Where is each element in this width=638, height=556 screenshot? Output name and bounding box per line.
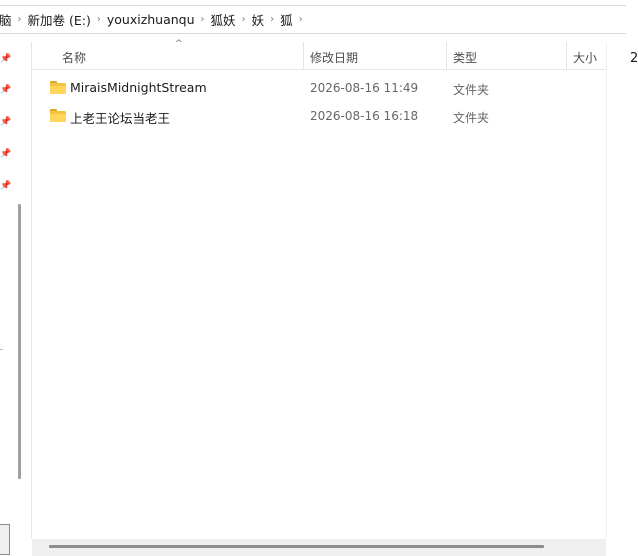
details-pane-edge bbox=[606, 42, 627, 539]
breadcrumb-item-youxizhuanqu[interactable]: youxizhuanqu bbox=[103, 12, 199, 27]
address-bar[interactable]: 脑 › 新加卷 (E:) › youxizhuanqu › 狐妖 › 妖 › 狐… bbox=[0, 5, 627, 34]
file-modified: 2026-08-16 11:49 bbox=[310, 81, 419, 95]
file-list: ^ 名称 修改日期 类型 大小 MiraisMidnightStream 202… bbox=[32, 39, 606, 539]
chevron-right-icon[interactable]: › bbox=[95, 14, 103, 25]
breadcrumb-item-this-pc[interactable]: 脑 bbox=[0, 10, 16, 29]
divider bbox=[0, 349, 3, 350]
horizontal-scrollbar[interactable] bbox=[32, 539, 606, 556]
folder-icon bbox=[50, 109, 66, 122]
file-type: 文件夹 bbox=[453, 111, 490, 125]
file-row[interactable]: MiraisMidnightStream 2026-08-16 11:49 文件… bbox=[32, 75, 606, 101]
breadcrumb-item-yao[interactable]: 妖 bbox=[248, 10, 269, 29]
chevron-right-icon[interactable]: › bbox=[240, 14, 248, 25]
chevron-right-icon[interactable]: › bbox=[199, 14, 207, 25]
column-header-row: ^ 名称 修改日期 类型 大小 bbox=[32, 39, 606, 70]
folder-icon bbox=[50, 81, 66, 94]
pin-icon[interactable]: 📌 bbox=[0, 181, 11, 191]
chevron-right-icon[interactable]: › bbox=[16, 14, 24, 25]
file-modified: 2026-08-16 16:18 bbox=[310, 109, 419, 123]
navigation-pane-item[interactable] bbox=[0, 524, 10, 555]
column-resize-handle[interactable] bbox=[446, 42, 447, 69]
horizontal-scrollbar-thumb[interactable] bbox=[49, 545, 544, 548]
column-header-type[interactable]: 类型 bbox=[453, 49, 477, 66]
navigation-pane: 📌 📌 📌 📌 📌 bbox=[0, 34, 30, 556]
column-header-name[interactable]: 名称 bbox=[62, 49, 86, 66]
details-pane-text: 2 bbox=[630, 51, 638, 66]
details-pane bbox=[626, 0, 638, 556]
pin-icon[interactable]: 📌 bbox=[0, 149, 11, 159]
column-header-modified[interactable]: 修改日期 bbox=[310, 49, 358, 66]
pin-icon[interactable]: 📌 bbox=[0, 85, 11, 95]
sort-up-icon: ^ bbox=[175, 39, 183, 49]
pin-icon[interactable]: 📌 bbox=[0, 117, 11, 127]
file-type: 文件夹 bbox=[453, 83, 490, 97]
breadcrumb-item-drive[interactable]: 新加卷 (E:) bbox=[24, 10, 95, 29]
file-name: MiraisMidnightStream bbox=[70, 80, 207, 95]
pin-icon[interactable]: 📌 bbox=[0, 54, 11, 64]
breadcrumb-item-hu[interactable]: 狐 bbox=[276, 10, 297, 29]
breadcrumb-item-huyao[interactable]: 狐妖 bbox=[207, 10, 240, 29]
navigation-pane-scrollbar[interactable] bbox=[18, 204, 21, 479]
chevron-right-icon[interactable]: › bbox=[297, 14, 305, 25]
column-resize-handle[interactable] bbox=[303, 42, 304, 69]
chevron-right-icon[interactable]: › bbox=[268, 14, 276, 25]
file-name: 上老王论坛当老王 bbox=[70, 111, 171, 126]
column-resize-handle[interactable] bbox=[566, 42, 567, 69]
column-header-size[interactable]: 大小 bbox=[573, 49, 597, 66]
file-row[interactable]: 上老王论坛当老王 2026-08-16 16:18 文件夹 bbox=[32, 103, 606, 129]
